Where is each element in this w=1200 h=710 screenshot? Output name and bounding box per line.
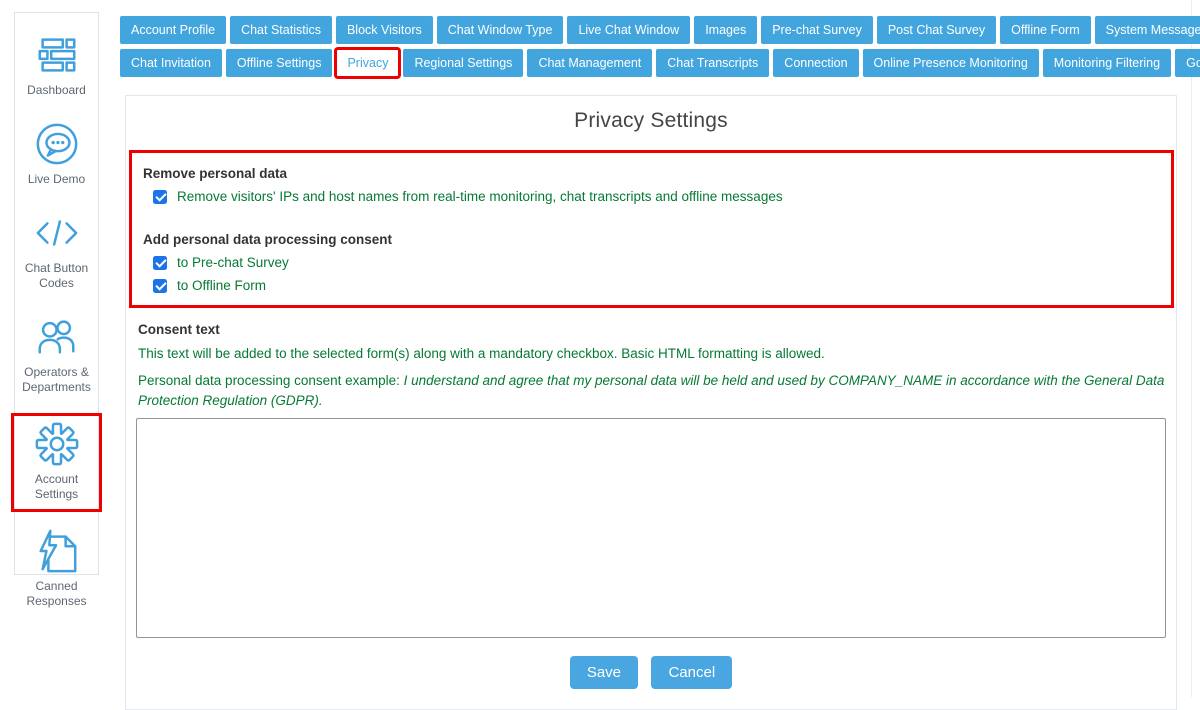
gear-icon — [34, 421, 80, 467]
tab-row-2: Chat Invitation Offline Settings Privacy… — [120, 49, 1190, 77]
chat-bubble-circle-icon — [34, 121, 80, 167]
code-brackets-icon — [34, 210, 80, 256]
sidebar: Dashboard Live Demo Chat Button Codes — [14, 12, 99, 575]
consent-textarea[interactable] — [136, 418, 1166, 638]
tab-offline-form[interactable]: Offline Form — [1000, 16, 1091, 44]
consent-offline-form-label: to Offline Form — [177, 278, 266, 293]
privacy-settings-panel: Privacy Settings Remove personal data Re… — [125, 95, 1177, 710]
tab-connection[interactable]: Connection — [773, 49, 858, 77]
tab-chat-window-type[interactable]: Chat Window Type — [437, 16, 564, 44]
dashboard-icon — [34, 32, 80, 78]
remove-ips-option-label: Remove visitors' IPs and host names from… — [177, 189, 783, 204]
personal-data-section: Remove personal data Remove visitors' IP… — [129, 150, 1174, 308]
sidebar-item-canned-responses[interactable]: Canned Responses — [15, 523, 98, 616]
tab-live-chat-window[interactable]: Live Chat Window — [567, 16, 690, 44]
sidebar-item-account-settings[interactable]: Account Settings — [11, 413, 102, 512]
tab-block-visitors[interactable]: Block Visitors — [336, 16, 433, 44]
page-title: Privacy Settings — [136, 109, 1166, 133]
consent-pre-chat-survey-option[interactable]: to Pre-chat Survey — [153, 255, 1161, 270]
tab-pre-chat-survey[interactable]: Pre-chat Survey — [761, 16, 873, 44]
checkbox-checked-icon[interactable] — [153, 279, 167, 293]
tab-privacy[interactable]: Privacy — [336, 49, 399, 77]
consent-text-example: Personal data processing consent example… — [138, 371, 1166, 411]
tab-offline-settings[interactable]: Offline Settings — [226, 49, 333, 77]
tab-monitoring-filtering[interactable]: Monitoring Filtering — [1043, 49, 1171, 77]
sidebar-item-operators-departments[interactable]: Operators & Departments — [15, 309, 98, 402]
tab-post-chat-survey[interactable]: Post Chat Survey — [877, 16, 996, 44]
save-button[interactable]: Save — [570, 656, 638, 689]
tab-system-messages[interactable]: System Messages — [1095, 16, 1200, 44]
tab-chat-management[interactable]: Chat Management — [527, 49, 652, 77]
sidebar-item-label: Canned Responses — [17, 579, 96, 609]
consent-pre-chat-survey-label: to Pre-chat Survey — [177, 255, 289, 270]
main-area: Account Profile Chat Statistics Block Vi… — [120, 16, 1190, 710]
tab-chat-invitation[interactable]: Chat Invitation — [120, 49, 222, 77]
consent-text-heading: Consent text — [138, 322, 1166, 337]
sidebar-item-label: Live Demo — [28, 172, 85, 187]
sidebar-item-label: Dashboard — [27, 83, 86, 98]
add-consent-heading: Add personal data processing consent — [143, 232, 1161, 247]
tab-chat-transcripts[interactable]: Chat Transcripts — [656, 49, 769, 77]
sidebar-item-label: Chat Button Codes — [17, 261, 96, 291]
sidebar-item-dashboard[interactable]: Dashboard — [15, 27, 98, 105]
remove-ips-option[interactable]: Remove visitors' IPs and host names from… — [153, 189, 1161, 204]
tab-account-profile[interactable]: Account Profile — [120, 16, 226, 44]
button-row: Save Cancel — [136, 656, 1166, 689]
tab-online-presence-monitoring[interactable]: Online Presence Monitoring — [863, 49, 1039, 77]
sidebar-item-label: Operators & Departments — [17, 365, 96, 395]
consent-text-description: This text will be added to the selected … — [138, 344, 1166, 364]
people-icon — [34, 314, 80, 360]
remove-personal-data-heading: Remove personal data — [143, 166, 1161, 181]
tab-row-1: Account Profile Chat Statistics Block Vi… — [120, 16, 1190, 44]
consent-offline-form-option[interactable]: to Offline Form — [153, 278, 1161, 293]
lightning-document-icon — [34, 528, 80, 574]
sidebar-item-chat-button-codes[interactable]: Chat Button Codes — [15, 205, 98, 298]
tab-images[interactable]: Images — [694, 16, 757, 44]
checkbox-checked-icon[interactable] — [153, 190, 167, 204]
checkbox-checked-icon[interactable] — [153, 256, 167, 270]
sidebar-item-label: Account Settings — [20, 472, 93, 502]
consent-example-prefix: Personal data processing consent example… — [138, 373, 404, 388]
tab-chat-statistics[interactable]: Chat Statistics — [230, 16, 332, 44]
tab-google-analytics[interactable]: Google Analytics — [1175, 49, 1200, 77]
cancel-button[interactable]: Cancel — [651, 656, 732, 689]
page-right-divider — [1191, 0, 1192, 697]
tab-regional-settings[interactable]: Regional Settings — [403, 49, 523, 77]
sidebar-item-live-demo[interactable]: Live Demo — [15, 116, 98, 194]
